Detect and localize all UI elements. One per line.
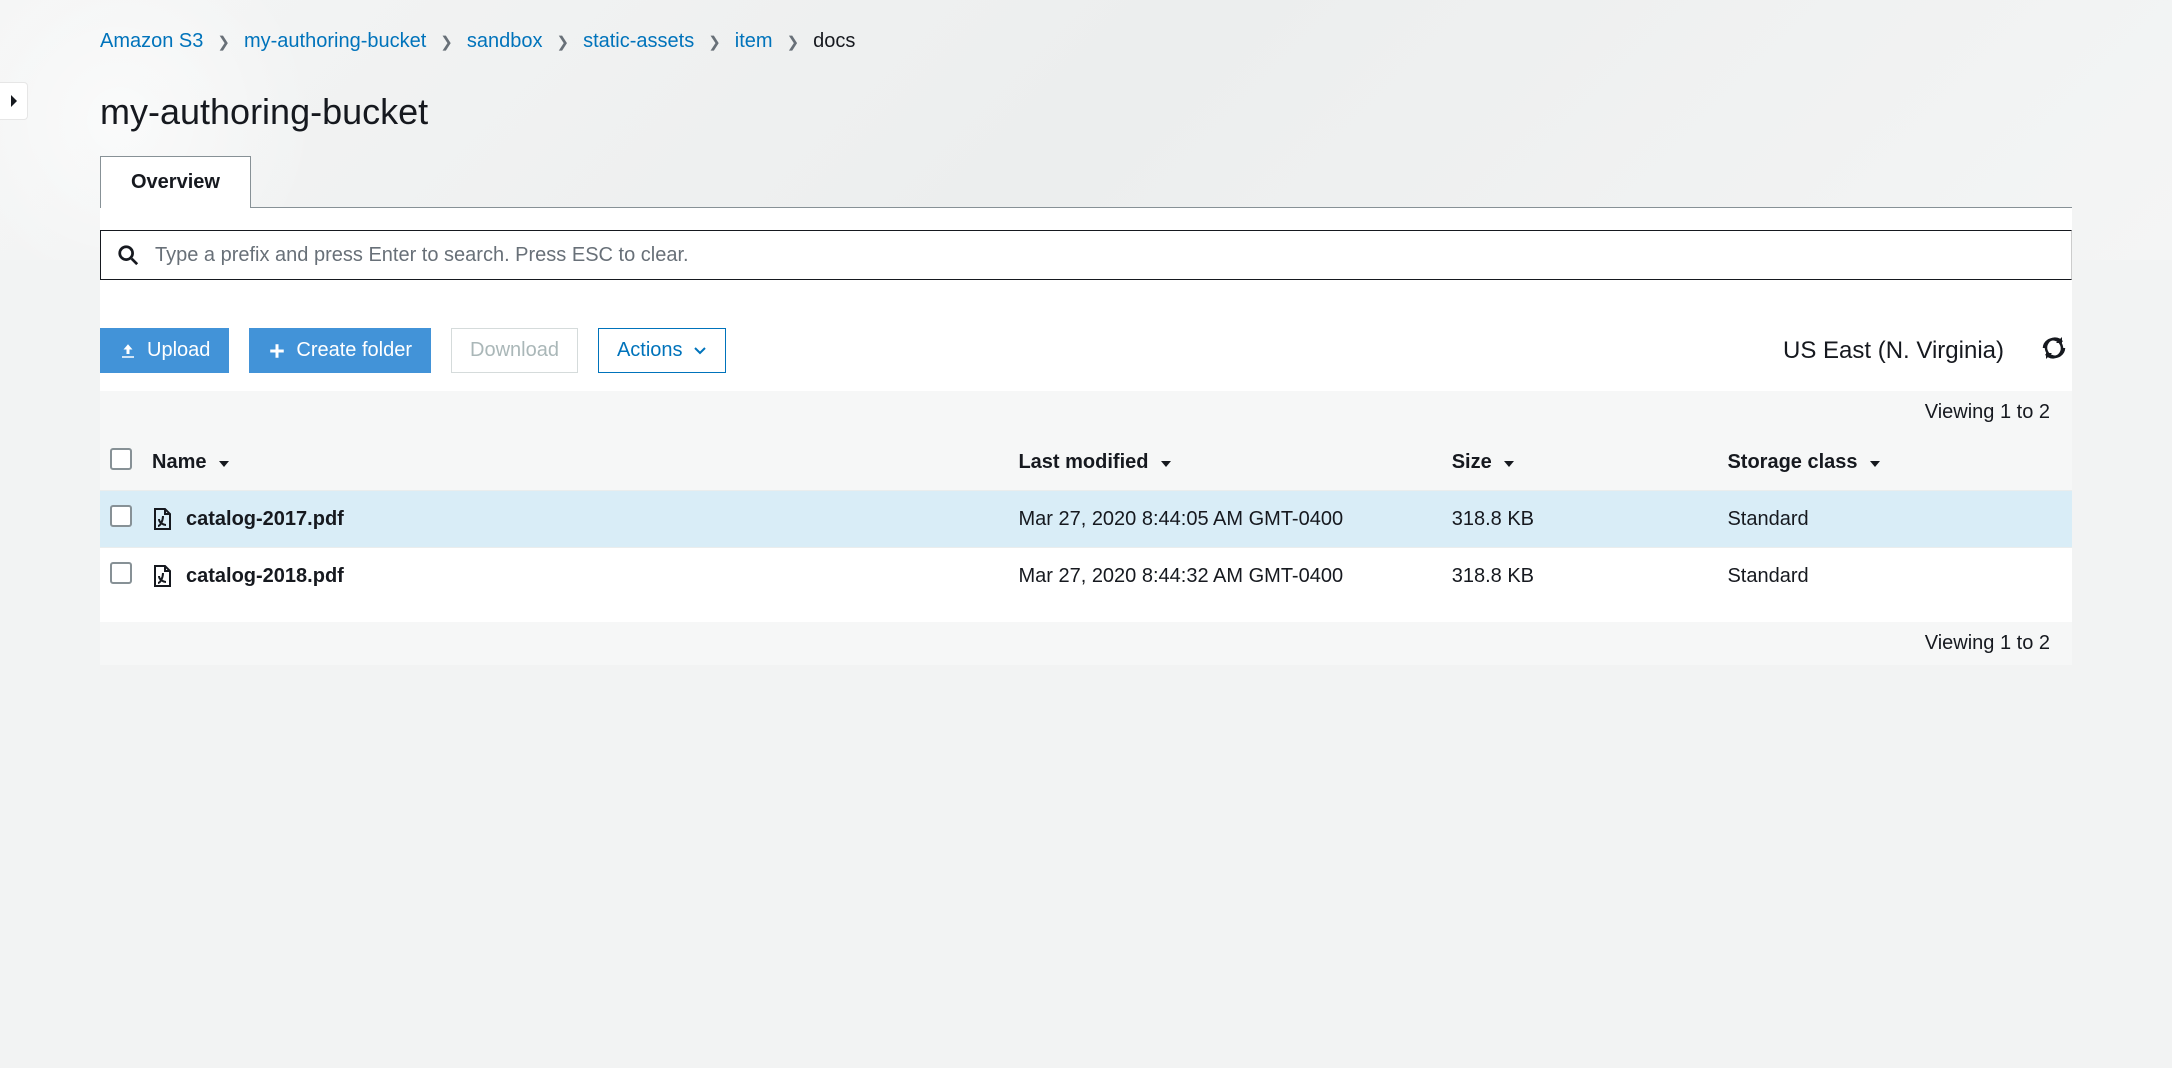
toolbar: Upload Create folder Download Actions US… xyxy=(100,328,2072,373)
breadcrumb-link-amazon-s3[interactable]: Amazon S3 xyxy=(100,30,203,53)
actions-dropdown[interactable]: Actions xyxy=(598,328,726,373)
object-name-link[interactable]: catalog-2017.pdf xyxy=(186,508,344,531)
object-storage-class: Standard xyxy=(1717,548,2072,605)
column-header-storage-class-label: Storage class xyxy=(1727,451,1857,473)
tab-overview[interactable]: Overview xyxy=(100,156,251,208)
actions-label: Actions xyxy=(617,339,683,362)
breadcrumb-link-item[interactable]: item xyxy=(735,30,773,53)
search-input[interactable] xyxy=(155,231,2071,279)
column-header-name-label: Name xyxy=(152,451,206,473)
refresh-icon xyxy=(2042,336,2066,360)
row-checkbox[interactable] xyxy=(110,562,132,584)
upload-button[interactable]: Upload xyxy=(100,328,229,373)
chevron-down-icon xyxy=(693,346,707,356)
file-pdf-icon xyxy=(152,507,172,531)
select-all-checkbox[interactable] xyxy=(110,448,132,470)
row-checkbox[interactable] xyxy=(110,505,132,527)
caret-right-icon xyxy=(9,94,19,108)
upload-label: Upload xyxy=(147,339,210,362)
object-last-modified: Mar 27, 2020 8:44:05 AM GMT-0400 xyxy=(1008,491,1441,548)
table-row[interactable]: catalog-2018.pdf Mar 27, 2020 8:44:32 AM … xyxy=(100,548,2072,605)
side-panel-toggle[interactable] xyxy=(0,82,28,120)
breadcrumb: Amazon S3 ❯ my-authoring-bucket ❯ sandbo… xyxy=(100,0,2072,63)
chevron-right-icon: ❯ xyxy=(556,33,569,51)
download-button: Download xyxy=(451,328,578,373)
breadcrumb-link-sandbox[interactable]: sandbox xyxy=(467,30,543,53)
object-size: 318.8 KB xyxy=(1442,548,1718,605)
caret-down-icon xyxy=(1869,460,1881,468)
upload-icon xyxy=(119,342,137,360)
breadcrumb-link-bucket[interactable]: my-authoring-bucket xyxy=(244,30,426,53)
tabs: Overview xyxy=(100,155,2072,208)
download-label: Download xyxy=(470,339,559,362)
page-title: my-authoring-bucket xyxy=(100,91,2072,133)
object-name-link[interactable]: catalog-2018.pdf xyxy=(186,565,344,588)
region-label: US East (N. Virginia) xyxy=(1783,337,2004,365)
refresh-button[interactable] xyxy=(2036,330,2072,371)
create-folder-button[interactable]: Create folder xyxy=(249,328,431,373)
viewing-count-top: Viewing 1 to 2 xyxy=(100,391,2072,434)
column-header-storage-class[interactable]: Storage class xyxy=(1717,434,2072,491)
search-icon xyxy=(117,244,139,266)
object-last-modified: Mar 27, 2020 8:44:32 AM GMT-0400 xyxy=(1008,548,1441,605)
table-row[interactable]: catalog-2017.pdf Mar 27, 2020 8:44:05 AM … xyxy=(100,491,2072,548)
chevron-right-icon: ❯ xyxy=(440,33,453,51)
column-header-last-modified-label: Last modified xyxy=(1018,451,1148,473)
chevron-right-icon: ❯ xyxy=(708,33,721,51)
caret-down-icon xyxy=(218,460,230,468)
viewing-count-bottom: Viewing 1 to 2 xyxy=(100,622,2072,665)
caret-down-icon xyxy=(1160,460,1172,468)
breadcrumb-current: docs xyxy=(813,30,855,53)
create-folder-label: Create folder xyxy=(296,339,412,362)
objects-table: Name Last modified Size xyxy=(100,434,2072,604)
object-size: 318.8 KB xyxy=(1442,491,1718,548)
search-bar xyxy=(100,230,2072,280)
column-header-name[interactable]: Name xyxy=(142,434,1008,491)
column-header-size-label: Size xyxy=(1452,451,1492,473)
column-header-size[interactable]: Size xyxy=(1442,434,1718,491)
chevron-right-icon: ❯ xyxy=(787,33,800,51)
column-header-last-modified[interactable]: Last modified xyxy=(1008,434,1441,491)
plus-icon xyxy=(268,342,286,360)
file-pdf-icon xyxy=(152,564,172,588)
object-storage-class: Standard xyxy=(1717,491,2072,548)
breadcrumb-link-static-assets[interactable]: static-assets xyxy=(583,30,694,53)
chevron-right-icon: ❯ xyxy=(217,33,230,51)
caret-down-icon xyxy=(1503,460,1515,468)
